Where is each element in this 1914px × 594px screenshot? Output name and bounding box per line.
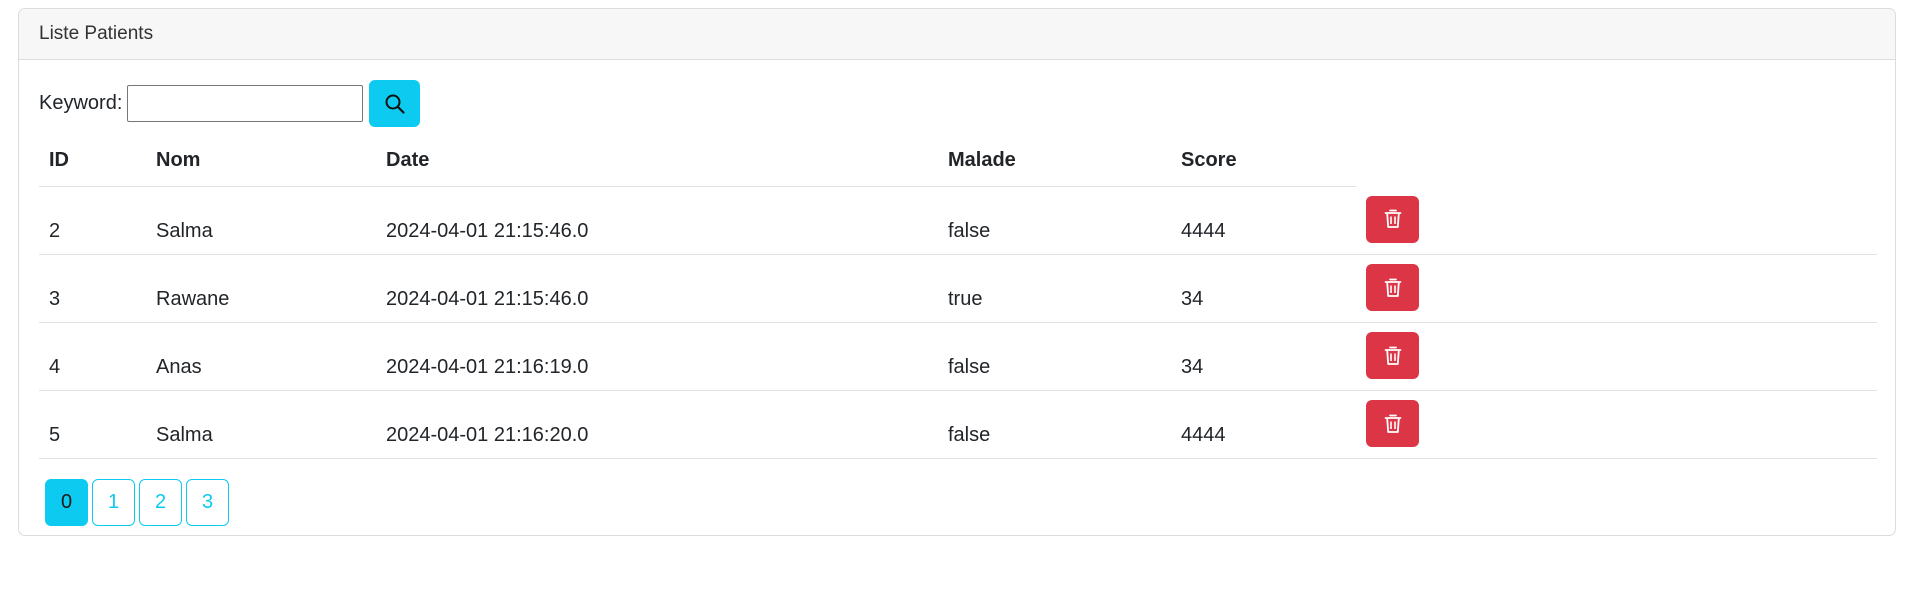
cell-id-text: 2 (49, 220, 61, 242)
card-title: Liste Patients (39, 23, 154, 44)
cell-malade-text: true (948, 288, 983, 310)
cell-score-text: 4444 (1181, 424, 1226, 446)
column-header-score: Score (1171, 135, 1356, 187)
card-header: Liste Patients (19, 9, 1895, 60)
table-body: 2 Salma 2024-04-01 21:15:46.0 false 4444 3 Raw… (39, 186, 1877, 459)
trash-icon (1384, 414, 1402, 434)
page-button-2[interactable]: 2 (139, 479, 182, 526)
cell-nom-text: Salma (156, 220, 213, 242)
cell-date-text: 2024-04-01 21:16:19.0 (386, 356, 589, 378)
keyword-label: Keyword: (39, 92, 123, 114)
table-row: 3 Rawane 2024-04-01 21:15:46.0 true 34 (39, 254, 1877, 323)
page-button-3[interactable]: 3 (186, 479, 229, 526)
cell-date: 2024-04-01 21:16:19.0 (376, 322, 938, 391)
cell-actions (1356, 186, 1877, 255)
cell-actions (1356, 322, 1877, 391)
column-header-malade: Malade (938, 135, 1171, 187)
cell-score: 34 (1171, 254, 1356, 323)
pagination: 0123 (45, 479, 233, 526)
table-row: 4 Anas 2024-04-01 21:16:19.0 false 34 (39, 322, 1877, 391)
patients-card: Liste Patients Keyword: ID Nom Date Mala… (18, 8, 1896, 536)
cell-id-text: 3 (49, 288, 61, 310)
cell-nom: Rawane (146, 254, 376, 323)
cell-date-text: 2024-04-01 21:15:46.0 (386, 220, 589, 242)
trash-icon (1384, 209, 1402, 229)
cell-nom: Anas (146, 322, 376, 391)
cell-score: 34 (1171, 322, 1356, 391)
delete-button[interactable] (1366, 195, 1419, 243)
cell-malade-text: false (948, 424, 991, 446)
cell-score-text: 34 (1181, 288, 1204, 310)
cell-actions (1356, 254, 1877, 323)
cell-id: 5 (39, 390, 146, 459)
table-row: 2 Salma 2024-04-01 21:15:46.0 false 4444 (39, 186, 1877, 255)
page-button-0[interactable]: 0 (45, 479, 88, 526)
cell-id: 2 (39, 186, 146, 255)
page-button-1[interactable]: 1 (92, 479, 135, 526)
delete-button[interactable] (1366, 400, 1419, 447)
cell-score: 4444 (1171, 390, 1356, 459)
search-form: Keyword: (39, 80, 421, 127)
column-header-date: Date (376, 135, 938, 187)
search-icon (384, 93, 406, 115)
cell-actions (1356, 390, 1877, 459)
cell-score: 4444 (1171, 186, 1356, 255)
table-header-row: ID Nom Date Malade Score (39, 135, 1877, 187)
cell-id-text: 4 (49, 356, 61, 378)
column-header-actions (1356, 135, 1877, 187)
cell-nom-text: Salma (156, 424, 213, 446)
cell-malade: false (938, 186, 1171, 255)
cell-id: 3 (39, 254, 146, 323)
delete-button[interactable] (1366, 264, 1419, 311)
delete-button[interactable] (1366, 332, 1419, 379)
cell-date: 2024-04-01 21:15:46.0 (376, 186, 938, 255)
trash-icon (1384, 278, 1402, 298)
cell-nom: Salma (146, 390, 376, 459)
cell-malade-text: false (948, 356, 991, 378)
column-header-id: ID (39, 135, 146, 187)
patients-table: ID Nom Date Malade Score 2 Salma 2024-04-0… (39, 135, 1877, 459)
cell-score-text: 34 (1181, 356, 1204, 378)
cell-malade: false (938, 390, 1171, 459)
table-row: 5 Salma 2024-04-01 21:16:20.0 false 4444 (39, 390, 1877, 459)
cell-malade: true (938, 254, 1171, 323)
cell-id-text: 5 (49, 424, 61, 446)
search-button[interactable] (369, 80, 421, 127)
trash-icon (1384, 346, 1402, 366)
column-header-nom: Nom (146, 135, 376, 187)
cell-date-text: 2024-04-01 21:16:20.0 (386, 424, 589, 446)
cell-date: 2024-04-01 21:16:20.0 (376, 390, 938, 459)
cell-malade: false (938, 322, 1171, 391)
keyword-input[interactable] (127, 85, 364, 122)
cell-score-text: 4444 (1181, 220, 1226, 242)
cell-date-text: 2024-04-01 21:15:46.0 (386, 288, 589, 310)
cell-date: 2024-04-01 21:15:46.0 (376, 254, 938, 323)
cell-malade-text: false (948, 220, 991, 242)
cell-id: 4 (39, 322, 146, 391)
cell-nom-text: Anas (156, 356, 202, 378)
cell-nom-text: Rawane (156, 288, 230, 310)
cell-nom: Salma (146, 186, 376, 255)
